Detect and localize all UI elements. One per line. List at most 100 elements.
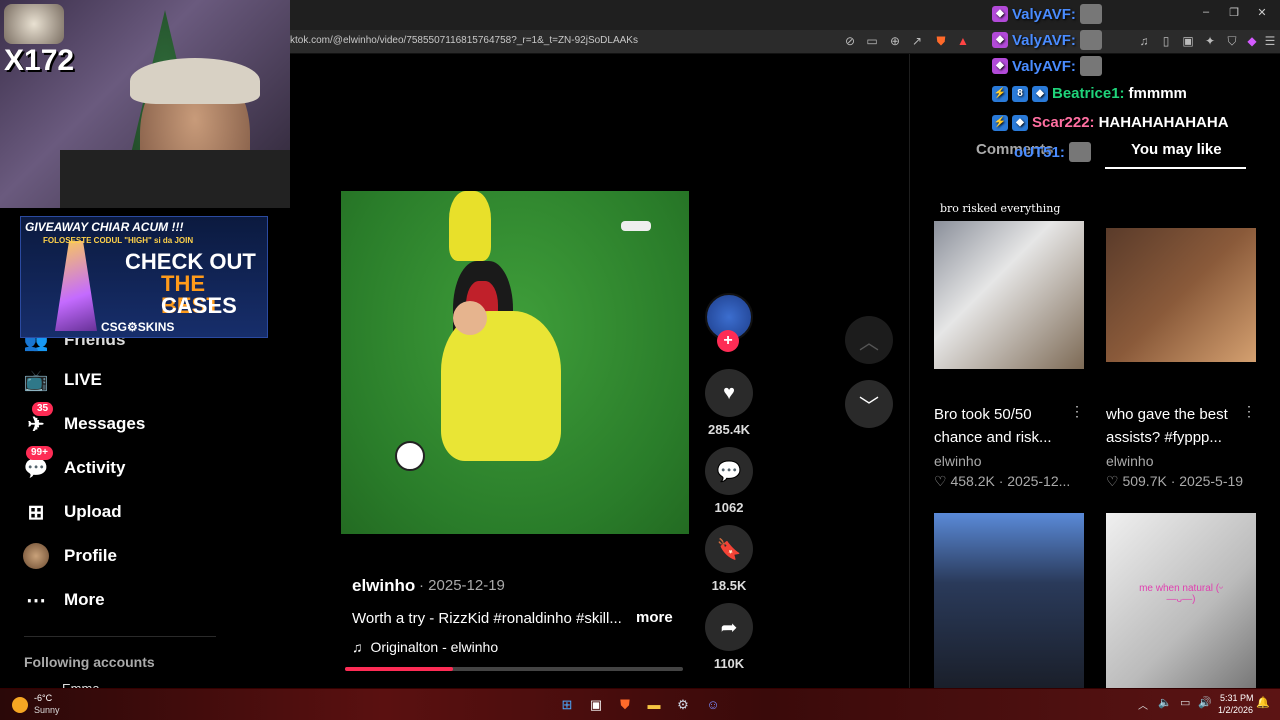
following-account-partial[interactable]: Emma <box>62 681 100 688</box>
next-video-button[interactable]: ﹀ <box>845 380 893 428</box>
weather-temp[interactable]: -6°C <box>34 693 52 703</box>
card-title[interactable]: Bro took 50/50 chance and risk... <box>934 403 1084 449</box>
card-author[interactable]: elwinho <box>1106 453 1153 469</box>
save-button[interactable]: 🔖 <box>705 525 753 573</box>
promo-line1: GIVEAWAY CHIAR ACUM !!! <box>25 220 184 234</box>
steam-icon[interactable]: ⚙ <box>672 694 694 716</box>
like-button[interactable]: ♥ <box>705 369 753 417</box>
webcam-overlay: X172 <box>0 0 290 208</box>
video-card-thumbnail[interactable] <box>1106 228 1256 362</box>
discord-icon[interactable]: ☺ <box>702 694 724 716</box>
network-tray-icon[interactable]: ▭ <box>1180 696 1190 709</box>
url-text[interactable]: ktok.com/@elwinho/video/7585507116815764… <box>290 35 638 46</box>
upload-icon: ⊞ <box>27 501 45 524</box>
following-accounts-header: Following accounts <box>24 654 155 670</box>
brave-browser-icon[interactable]: ⛊ <box>614 694 636 716</box>
video-card-thumbnail[interactable]: me when natural (ᵕ—ᴗ—) <box>1106 513 1256 688</box>
cast-icon[interactable]: ▭ <box>864 33 880 49</box>
card-options-icon[interactable]: ⋮ <box>1070 403 1084 420</box>
video-description: Worth a try - RizzKid #ronaldinho #skill… <box>352 610 622 627</box>
music-note-icon: ♫ <box>352 639 363 655</box>
chat-message: ⚡ ◆ Scar222: HAHAHAHAHAHA <box>992 114 1229 131</box>
zoom-icon[interactable]: ⊕ <box>887 33 903 49</box>
brave-shield-icon[interactable]: ⛊ <box>933 33 949 49</box>
video-progress-bar[interactable] <box>345 667 683 671</box>
close-icon[interactable]: ✕ <box>1253 6 1271 22</box>
clock-date[interactable]: 1/2/2026 <box>1218 705 1253 715</box>
sidebar-item-upload[interactable]: ⊞ Upload <box>22 498 122 526</box>
start-icon[interactable]: ⊞ <box>556 694 578 716</box>
video-card-thumbnail[interactable] <box>934 513 1084 688</box>
sidebar-item-messages[interactable]: ✈ 35 Messages <box>22 402 145 438</box>
chevron-down-icon: ﹀ <box>859 395 879 418</box>
music-queue-icon[interactable]: ♫ <box>1136 33 1152 49</box>
notification-bell-icon[interactable]: 🔔 <box>1256 696 1270 709</box>
share-icon[interactable]: ↗ <box>909 33 925 49</box>
card-options-icon[interactable]: ⋮ <box>1242 403 1256 420</box>
volume-tray-icon[interactable]: 🔊 <box>1198 696 1212 709</box>
video-player[interactable] <box>341 191 689 534</box>
wallet-icon[interactable]: ▣ <box>1180 33 1196 49</box>
clock-time[interactable]: 5:31 PM <box>1220 693 1254 703</box>
weather-desc[interactable]: Sunny <box>34 705 60 715</box>
music-title: Originalton - elwinho <box>370 639 499 655</box>
taskview-icon[interactable]: ▣ <box>585 694 607 716</box>
chat-message: ◆ ValyAVF: <box>992 4 1102 24</box>
messages-icon: ✈ 35 <box>22 402 54 438</box>
more-dots-icon: ⋯ <box>26 589 46 612</box>
card-title[interactable]: who gave the best assists? #fyppp... <box>1106 403 1256 449</box>
card-author[interactable]: elwinho <box>934 453 981 469</box>
like-count: 285.4K <box>708 422 750 437</box>
tab-you-may-like[interactable]: You may like <box>1131 141 1222 158</box>
emote-icon <box>1079 4 1102 24</box>
chat-message: oUT51: <box>1014 142 1091 162</box>
sidebar-icon[interactable]: ▯ <box>1158 33 1174 49</box>
profile-avatar <box>22 542 50 570</box>
knife-graphic <box>55 241 97 331</box>
sidebar-item-more[interactable]: ⋯ More <box>22 586 105 614</box>
comment-count: 1062 <box>714 500 744 515</box>
badge-icon: ⚡ <box>992 85 1008 102</box>
sidebar-item-live[interactable]: 📺 LIVE <box>22 366 102 394</box>
more-link[interactable]: more <box>636 609 673 626</box>
menu-icon[interactable]: ☰ <box>1262 33 1278 49</box>
share-button[interactable]: ➦ <box>705 603 753 651</box>
player-yellow-top <box>449 191 491 261</box>
sidebar-item-profile[interactable]: Profile <box>22 542 117 570</box>
address-bar[interactable]: ktok.com/@elwinho/video/7585507116815764… <box>290 30 1280 54</box>
mute-icon[interactable]: ⊘ <box>842 33 858 49</box>
speaker-tray-icon[interactable]: 🔈 <box>1158 696 1172 709</box>
file-explorer-icon[interactable]: ▬ <box>643 694 665 716</box>
music-link[interactable]: ♫ Originalton - elwinho <box>352 639 498 655</box>
promo-line3: CHECK OUT <box>125 249 256 274</box>
card-overlay-text: bro risked everything <box>940 202 1061 215</box>
promo-line2: FOLOSESTE CODUL "HIGH" si da JOIN <box>43 236 194 245</box>
share-count: 110K <box>713 656 745 671</box>
sidebar-item-activity[interactable]: 💬 99+ Activity <box>22 446 125 482</box>
tab-strip: – ❐ ✕ <box>290 0 1280 30</box>
tray-chevron-icon[interactable]: ︿ <box>1138 697 1148 712</box>
messages-badge: 35 <box>32 402 54 416</box>
vpn-icon[interactable]: ⛉ <box>1224 33 1240 49</box>
sidebar-divider <box>24 636 216 637</box>
comment-button[interactable]: 💬 <box>705 447 753 495</box>
video-card-thumbnail[interactable] <box>934 221 1084 369</box>
beanie <box>130 58 260 104</box>
restore-icon[interactable]: ❐ <box>1225 6 1243 22</box>
video-author[interactable]: elwinho <box>352 576 415 596</box>
cat-emote-icon <box>4 4 64 44</box>
rewards-icon[interactable]: ▲ <box>955 33 971 49</box>
chat-message: ⚡ 8 ◆ Beatrice1: fmmmm <box>992 85 1187 102</box>
leo-icon[interactable]: ◆ <box>1244 33 1260 49</box>
emote-icon <box>1079 30 1102 50</box>
extensions-icon[interactable]: ✦ <box>1202 33 1218 49</box>
chat-message: ◆ ValyAVF: <box>992 30 1102 50</box>
video-progress-fill <box>345 667 454 671</box>
promo-banner[interactable]: GIVEAWAY CHIAR ACUM !!! FOLOSESTE CODUL … <box>20 216 268 338</box>
badge-icon: ◆ <box>992 32 1008 48</box>
follow-plus-button[interactable]: + <box>717 330 739 352</box>
previous-video-button[interactable]: ︿ <box>845 316 893 364</box>
weather-sun-icon[interactable] <box>12 697 28 713</box>
badge-icon: ⚡ <box>992 114 1008 131</box>
minimize-icon[interactable]: – <box>1197 6 1215 22</box>
